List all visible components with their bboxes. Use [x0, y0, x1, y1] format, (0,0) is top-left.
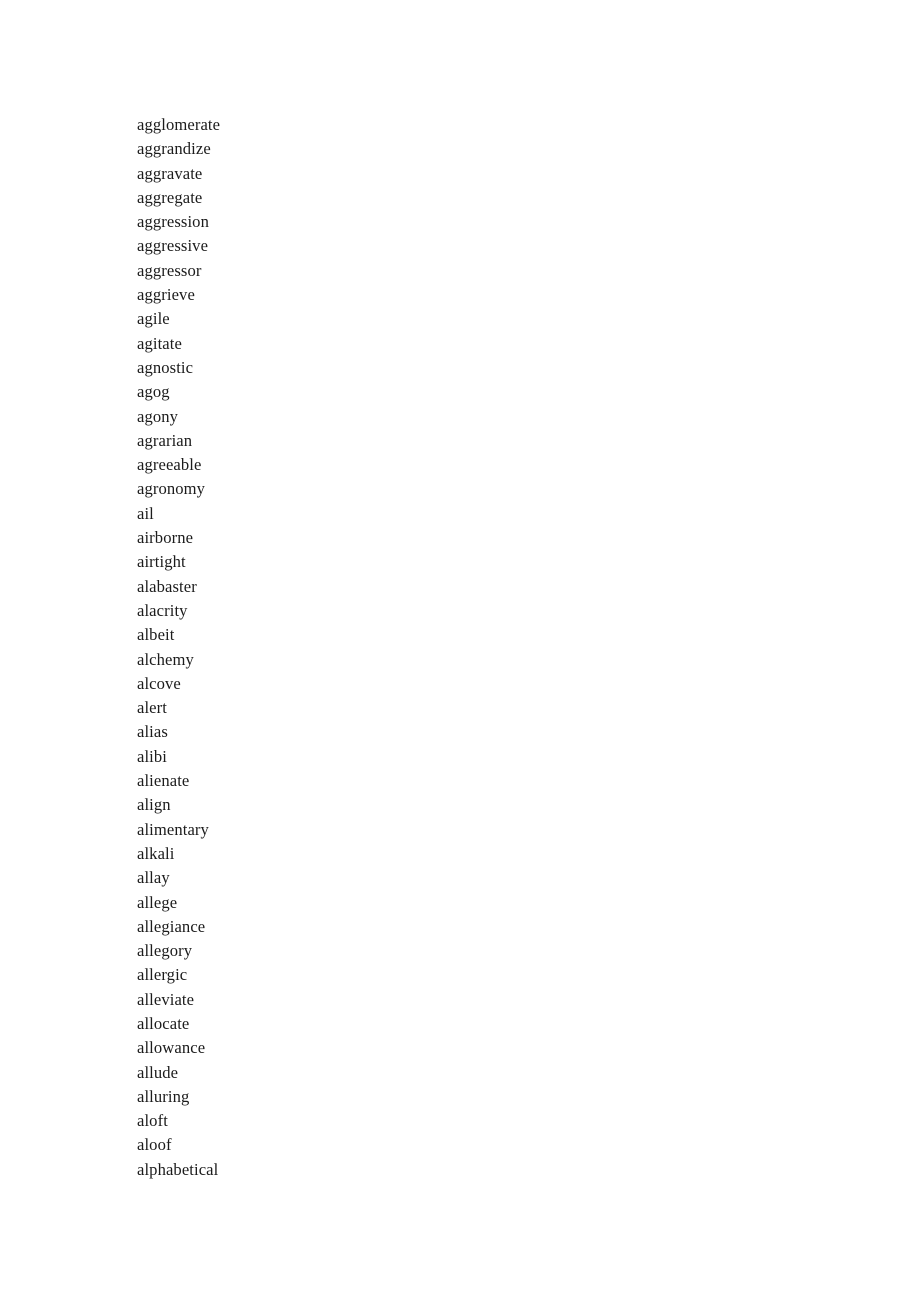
list-item: align — [137, 795, 171, 815]
list-item: aggrieve — [137, 285, 195, 305]
list-item: albeit — [137, 625, 175, 645]
list-item: alleviate — [137, 989, 195, 1009]
list-item: alienate — [137, 771, 190, 791]
list-item: alcove — [137, 673, 181, 693]
list-item: alluring — [137, 1086, 190, 1106]
list-item: aggravate — [137, 163, 203, 183]
list-item: aloft — [137, 1111, 168, 1131]
list-item: alkali — [137, 843, 175, 863]
list-item: agglomerate — [137, 115, 221, 134]
list-item: agog — [137, 382, 170, 402]
list-item: aggression — [137, 212, 209, 232]
list-item: allege — [137, 892, 178, 912]
list-item: agitate — [137, 333, 182, 353]
list-item: agreeable — [137, 455, 202, 475]
list-item: alert — [137, 698, 167, 718]
list-item: allegory — [137, 941, 193, 961]
list-item: alchemy — [137, 649, 194, 669]
list-item: alias — [137, 722, 168, 742]
list-item: airtight — [137, 552, 186, 572]
list-item: allay — [137, 868, 170, 888]
list-item: alimentary — [137, 819, 209, 839]
list-item: agony — [137, 406, 179, 426]
vocabulary-word-list: agglomerate aggrandize aggravate aggregate a… — [137, 113, 777, 1182]
list-item: aloof — [137, 1135, 172, 1155]
list-item: agile — [137, 309, 170, 329]
list-item: aggressive — [137, 236, 209, 256]
list-item: allegiance — [137, 916, 206, 936]
list-item: alabaster — [137, 576, 197, 596]
list-item: allergic — [137, 965, 188, 985]
list-item: allowance — [137, 1038, 206, 1058]
list-item: agrarian — [137, 430, 193, 450]
list-item: aggressor — [137, 260, 202, 280]
list-item: alibi — [137, 746, 167, 766]
document-page: agglomerate aggrandize aggravate aggregate a… — [0, 0, 920, 1302]
list-item: airborne — [137, 528, 194, 548]
list-item: agronomy — [137, 479, 206, 499]
list-item: ail — [137, 503, 154, 523]
list-item: aggrandize — [137, 139, 211, 159]
list-item: allude — [137, 1062, 179, 1082]
list-item: allocate — [137, 1013, 190, 1033]
list-item: agnostic — [137, 357, 194, 377]
list-item: alacrity — [137, 600, 188, 620]
list-item: aggregate — [137, 187, 203, 207]
list-item: alphabetical — [137, 1159, 219, 1179]
